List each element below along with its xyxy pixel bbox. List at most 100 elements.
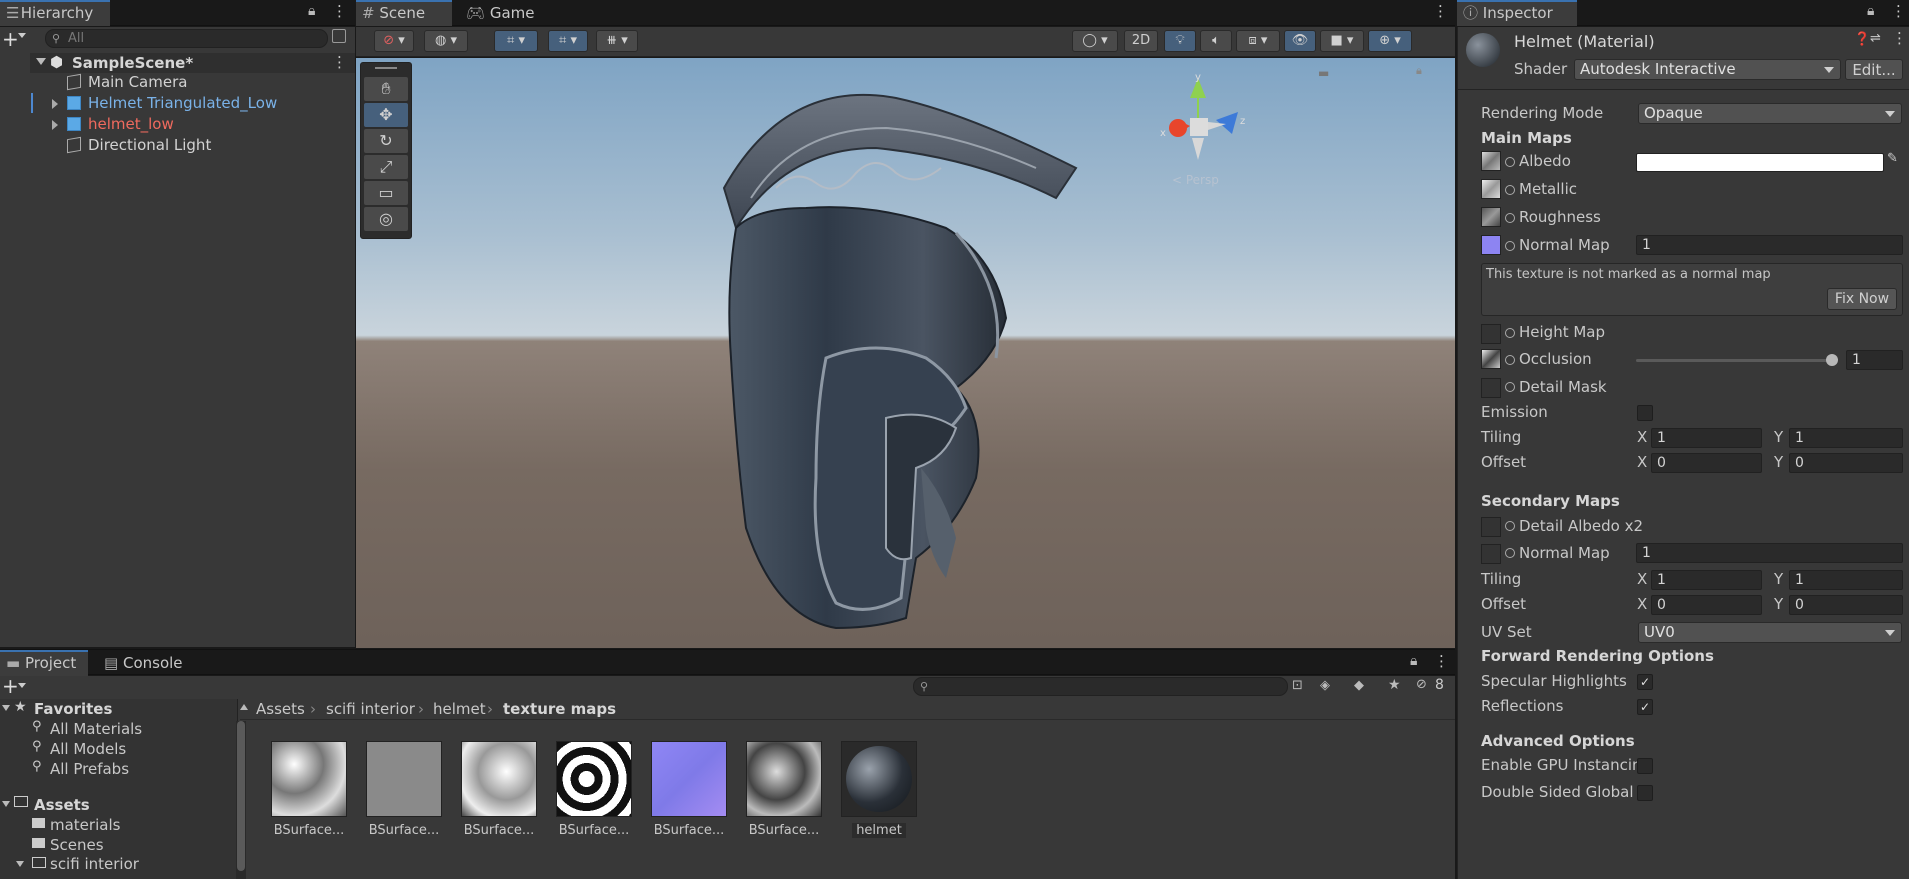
breadcrumb-scifi-interior[interactable]: scifi interior (326, 700, 415, 718)
hidden-objects-toggle[interactable]: 👁︎ (1284, 30, 1316, 52)
favorite-all-materials[interactable]: All Materials (50, 720, 142, 738)
project-search-input[interactable]: ⚲ (913, 677, 1288, 696)
helmet-model[interactable] (356, 58, 1455, 648)
tab-project[interactable]: ▬ Project (0, 650, 88, 676)
shading-dropdown[interactable]: ◯ ▾ (1072, 30, 1118, 52)
secondary-normal-texture-slot[interactable] (1481, 544, 1501, 564)
edit-shader-button[interactable]: Edit... (1845, 59, 1903, 80)
albedo-color-field[interactable] (1636, 153, 1884, 172)
hierarchy-item-helmet-triangulated[interactable]: Helmet Triangulated_Low (88, 94, 277, 112)
camera-dropdown[interactable]: ■ ▾ (1320, 30, 1364, 52)
component-menu-icon[interactable]: ⋮ (1892, 29, 1907, 47)
filter-type-icon[interactable]: ◈ (1320, 678, 1330, 693)
tiling-y-field[interactable]: 1 (1789, 428, 1903, 448)
folder-materials[interactable]: materials (50, 816, 120, 834)
occlusion-slider-handle[interactable] (1826, 354, 1838, 366)
detail-mask-texture-slot[interactable] (1481, 378, 1501, 398)
gizmo-persp-label[interactable]: < Persp (1172, 173, 1219, 187)
asset-item[interactable]: BSurface... (553, 741, 635, 838)
tab-inspector[interactable]: ⓘ Inspector (1457, 0, 1577, 26)
object-picker-icon[interactable] (1505, 157, 1515, 167)
scene-viewport[interactable]: ✋︎ ✥ ↻ ⤢ ▭ ◎ y x z < Persp ▬ 🔒︎ (356, 58, 1455, 648)
expand-arrow-icon[interactable] (36, 58, 46, 65)
lock-icon[interactable]: 🔒︎ (1867, 3, 1874, 19)
object-picker-icon[interactable] (1505, 521, 1515, 531)
shader-dropdown[interactable]: Autodesk Interactive (1574, 59, 1841, 80)
more-menu-icon[interactable]: ⋮ (332, 2, 347, 20)
expand-arrow-icon[interactable] (2, 801, 10, 807)
lock-small-icon[interactable]: 🔒︎ (1416, 64, 1422, 78)
occlusion-texture-slot[interactable] (1481, 349, 1501, 369)
scrollbar-thumb[interactable] (237, 721, 245, 871)
favorite-all-prefabs[interactable]: All Prefabs (50, 760, 129, 778)
folder-scifi-interior[interactable]: scifi interior (50, 855, 139, 873)
help-icon[interactable]: ❓ (1854, 32, 1870, 47)
specular-highlights-checkbox[interactable]: ✓ (1637, 674, 1653, 690)
asset-item-helmet[interactable]: helmet (838, 741, 920, 838)
assets-root[interactable]: Assets (34, 796, 90, 814)
favorites-header[interactable]: Favorites (34, 700, 112, 718)
tab-hierarchy[interactable]: ☰ Hierarchy (0, 0, 110, 26)
eyedropper-icon[interactable]: ✎ (1887, 151, 1898, 166)
star-icon[interactable]: ★ (1388, 677, 1401, 693)
secondary-normal-scale-field[interactable]: 1 (1636, 543, 1903, 563)
increment-snap-button[interactable]: ⧻ ▾ (596, 30, 638, 52)
more-menu-icon[interactable]: ⋮ (1433, 2, 1448, 20)
roughness-texture-slot[interactable] (1481, 207, 1501, 227)
object-picker-icon[interactable] (1505, 548, 1515, 558)
expand-arrow-icon[interactable] (2, 705, 10, 711)
offset-x-field[interactable]: 0 (1651, 453, 1762, 473)
secondary-tiling-y-field[interactable]: 1 (1789, 570, 1903, 590)
normal-map-scale-field[interactable]: 1 (1636, 235, 1903, 255)
hand-tool-icon[interactable]: ✋︎ (364, 77, 408, 101)
hierarchy-item-main-camera[interactable]: Main Camera (88, 73, 187, 91)
drag-handle-icon[interactable] (375, 67, 397, 69)
asset-item[interactable]: BSurface... (458, 741, 540, 838)
grid-snap-toggle[interactable]: ⌗ ▾ (494, 30, 538, 52)
object-picker-icon[interactable] (1505, 382, 1515, 392)
metallic-texture-slot[interactable] (1481, 179, 1501, 199)
rotate-tool-icon[interactable]: ↻ (364, 129, 408, 153)
emission-checkbox[interactable] (1637, 405, 1653, 421)
transform-tool-icon[interactable]: ◎ (364, 207, 408, 231)
occlusion-slider-track[interactable] (1636, 359, 1836, 362)
object-picker-icon[interactable] (1505, 185, 1515, 195)
lock-icon[interactable]: 🔒︎ (1410, 653, 1417, 669)
expand-arrow-icon[interactable] (52, 120, 58, 130)
tiling-x-field[interactable]: 1 (1651, 428, 1762, 448)
hierarchy-search-input[interactable]: ⚲ All (45, 29, 328, 48)
object-picker-icon[interactable] (1505, 213, 1515, 223)
breadcrumb-texture-maps[interactable]: texture maps (503, 700, 616, 718)
tree-scrollbar[interactable] (236, 721, 246, 879)
detail-albedo-texture-slot[interactable] (1481, 517, 1501, 537)
add-icon[interactable]: + (2, 27, 19, 51)
scene-row[interactable]: ⬢ SampleScene* ⋮ (30, 53, 355, 73)
chevron-down-icon[interactable] (18, 33, 26, 38)
secondary-tiling-x-field[interactable]: 1 (1651, 570, 1762, 590)
lighting-toggle[interactable]: 💡︎ (1164, 30, 1196, 52)
rendering-mode-dropdown[interactable]: Opaque (1638, 103, 1902, 124)
expand-arrow-icon[interactable] (16, 861, 24, 867)
tab-game[interactable]: 🎮︎ Game (460, 0, 544, 26)
orientation-gizmo[interactable]: y x z < Persp (1136, 68, 1276, 198)
global-toggle[interactable]: ◍ ▾ (424, 30, 468, 52)
occlusion-value-field[interactable]: 1 (1846, 350, 1903, 370)
breadcrumb-helmet[interactable]: helmet (433, 700, 486, 718)
offset-y-field[interactable]: 0 (1789, 453, 1903, 473)
secondary-offset-x-field[interactable]: 0 (1651, 595, 1762, 615)
hierarchy-item-helmet-low[interactable]: helmet_low (88, 115, 174, 133)
object-picker-icon[interactable] (1505, 355, 1515, 365)
favorite-all-models[interactable]: All Models (50, 740, 126, 758)
scene-menu-icon[interactable]: ⋮ (332, 53, 347, 71)
albedo-texture-slot[interactable] (1481, 151, 1501, 171)
asset-item[interactable]: BSurface... (743, 741, 825, 838)
search-filter-icon[interactable]: ⊡ (1292, 678, 1303, 693)
hidden-packages-icon[interactable]: ⊘ (1416, 677, 1427, 692)
gizmos-dropdown[interactable]: ⊕ ▾ (1368, 30, 1412, 52)
scroll-up-icon[interactable] (240, 704, 248, 710)
lock-icon[interactable]: 🔒︎ (308, 3, 315, 19)
tab-scene[interactable]: # Scene (356, 0, 452, 26)
asset-item[interactable]: BSurface... (648, 741, 730, 838)
chevron-down-icon[interactable] (18, 683, 26, 688)
fix-now-button[interactable]: Fix Now (1827, 288, 1897, 310)
